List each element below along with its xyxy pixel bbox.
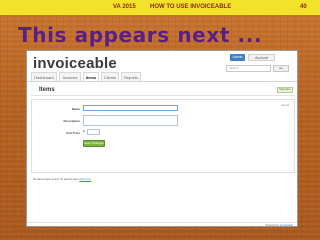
- course-label: VA 2015: [113, 4, 136, 10]
- empty-message-text: No items were found. To add an item: [33, 177, 80, 181]
- powered-by: Powered by Invoiceable: [265, 224, 293, 227]
- app-screenshot: invoiceable Admin Account Search Go Dash…: [26, 50, 298, 227]
- tab-clients[interactable]: Clients: [101, 72, 119, 81]
- name-label: Name: [71, 107, 80, 111]
- save-changes-button[interactable]: Save Changes: [83, 140, 105, 147]
- tab-dashboard[interactable]: Dashboard: [31, 72, 57, 81]
- slide-header-bar: VA 2015 HOW TO USE INVOICEABLE 40: [0, 0, 320, 15]
- unit-price-field[interactable]: [87, 129, 100, 135]
- unit-price-label: Unit Price: [65, 131, 80, 135]
- empty-items-message: No items were found. To add an item clic…: [33, 177, 91, 181]
- page-number: 40: [300, 4, 307, 10]
- app-header: invoiceable Admin Account Search Go Dash…: [27, 51, 297, 81]
- account-button[interactable]: Account: [248, 54, 275, 61]
- currency-symbol: $: [83, 129, 85, 133]
- search-button[interactable]: Go: [273, 65, 289, 72]
- page-title: Items: [39, 87, 55, 93]
- new-item-button[interactable]: New Item: [277, 87, 293, 93]
- tab-invoices[interactable]: Invoices: [59, 72, 81, 81]
- panel-title-bar: Items New Item: [31, 86, 295, 96]
- name-field[interactable]: [83, 105, 178, 111]
- add-item-link[interactable]: click here: [79, 177, 91, 181]
- invoiceable-link[interactable]: Invoiceable: [280, 224, 293, 226]
- presentation-title: HOW TO USE INVOICEABLE: [150, 4, 232, 10]
- app-logo[interactable]: invoiceable: [33, 55, 117, 72]
- cancel-link[interactable]: Cancel: [281, 104, 289, 107]
- admin-button[interactable]: Admin: [230, 54, 245, 61]
- description-label: Description: [63, 119, 80, 123]
- tab-items[interactable]: Items: [83, 72, 99, 81]
- app-footer: Powered by Invoiceable: [27, 222, 297, 227]
- description-field[interactable]: [83, 115, 178, 126]
- slide-title: This appears next ...: [18, 23, 263, 47]
- tab-reports[interactable]: Reports: [121, 72, 141, 81]
- search-input[interactable]: Search: [226, 65, 271, 72]
- powered-by-text: Powered by: [265, 224, 280, 227]
- items-panel: Items New Item Name Description Unit Pri…: [27, 81, 297, 227]
- new-item-form: Name Description Unit Price $ Save Chang…: [31, 99, 295, 173]
